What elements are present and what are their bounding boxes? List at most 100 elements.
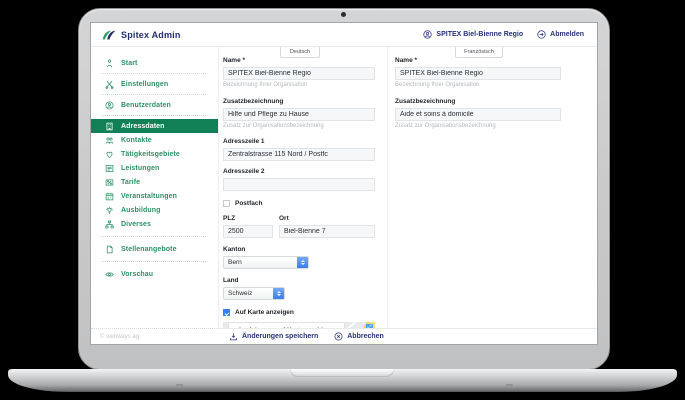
user-circle-icon (423, 30, 433, 39)
tag-icon (105, 178, 114, 187)
pobox-checkbox[interactable] (223, 200, 230, 207)
logout-label: Abmelden (550, 31, 584, 38)
cancel-icon (334, 332, 343, 341)
sidebar-item-taetigkeitsgebiete[interactable]: Tätigkeitsgebiete (91, 147, 218, 161)
name-input-fr[interactable] (395, 67, 561, 80)
share-icon (105, 220, 114, 229)
select-arrows-icon (273, 288, 284, 299)
sidebar-item-adressdaten[interactable]: Adressdaten (91, 119, 218, 133)
sidebar-item-label: Diverses (121, 220, 151, 228)
pobox-checkbox-row[interactable]: Postfach (223, 200, 375, 207)
admin-app-window: Spitex Admin SPITEX Biel-Bienne Regio Ab… (91, 23, 597, 344)
form-column-french: Name * Bezeichnung Ihrer Organisation Zu… (395, 47, 561, 129)
save-button[interactable]: Änderungen speichern (229, 332, 318, 341)
calendar-icon (105, 192, 114, 201)
sidebar-item-benutzerdaten[interactable]: Benutzerdaten (91, 98, 218, 112)
app-title: Spitex Admin (121, 29, 181, 40)
subtitle-help-fr: Zusatz zur Organisationsbezeichnung (395, 123, 496, 129)
sidebar-item-label: Stellenangebote (121, 245, 177, 253)
sidebar-item-stellenangebote[interactable]: Stellenangebote (91, 242, 218, 256)
name-input-de[interactable] (223, 67, 375, 80)
column-divider (387, 47, 388, 328)
sidebar-item-leistungen[interactable]: Leistungen (91, 161, 218, 175)
logout-button[interactable]: Abmelden (537, 30, 584, 39)
cancel-label: Abbrechen (347, 333, 384, 340)
sidebar-item-label: Veranstaltungen (121, 192, 177, 200)
sidebar-item-label: Ausbildung (121, 206, 161, 214)
webcam-dot (341, 12, 346, 17)
subtitle-label: Zusatzbezeichnung (223, 98, 284, 105)
sidebar-divider (101, 261, 206, 262)
sidebar-item-veranstaltungen[interactable]: Veranstaltungen (91, 189, 218, 203)
name-label: Name * (223, 57, 246, 64)
laptop-base (8, 369, 677, 392)
canton-label: Kanton (223, 246, 246, 253)
account-label: SPITEX Biel-Bienne Regio (436, 31, 524, 38)
bulb-icon (105, 206, 114, 215)
form-column-german: Name * Bezeichnung Ihrer Organisation Zu… (223, 47, 375, 328)
address1-label: Adresszeile 1 (223, 138, 265, 145)
sidebar-item-label: Adressdaten (121, 122, 165, 130)
heart-icon (105, 150, 114, 159)
copyright-footer: © webways ag (91, 328, 219, 344)
country-value: Schweiz (228, 290, 253, 297)
sidebar-divider (101, 73, 206, 74)
name-help: Bezeichnung Ihrer Organisation (223, 82, 308, 88)
sidebar-item-label: Kontakte (121, 136, 152, 144)
sidebar-item-label: Tätigkeitsgebiete (121, 150, 180, 158)
subtitle-help: Zusatz zur Organisationsbezeichnung (223, 123, 324, 129)
zip-input[interactable] (223, 225, 273, 238)
show-map-label: Auf Karte anzeigen (235, 309, 294, 316)
save-label: Änderungen speichern (242, 333, 319, 340)
address2-label: Adresszeile 2 (223, 168, 265, 175)
contacts-icon (105, 136, 114, 145)
address1-input[interactable] (223, 148, 375, 161)
subtitle-input-fr[interactable] (395, 108, 561, 121)
laptop-mockup: Spitex Admin SPITEX Biel-Bienne Regio Ab… (0, 0, 685, 400)
laptop-notch (290, 369, 394, 377)
cancel-button[interactable]: Abbrechen (334, 332, 384, 341)
address2-input[interactable] (223, 178, 375, 191)
settings-icon (105, 80, 114, 89)
country-label: Land (223, 277, 239, 284)
sidebar-item-label: Benutzerdaten (121, 101, 171, 109)
sidebar-item-diverses[interactable]: Diverses (91, 217, 218, 231)
base-dimple (506, 384, 513, 386)
app-header: Spitex Admin SPITEX Biel-Bienne Regio Ab… (91, 23, 597, 47)
show-map-checkbox[interactable] (223, 309, 230, 316)
canton-value: Bern (228, 259, 242, 266)
sidebar-item-start[interactable]: Start (91, 56, 218, 70)
building-icon (105, 122, 114, 131)
eye-icon (105, 270, 114, 279)
logo-leaves-icon (102, 30, 116, 39)
name-help-fr: Bezeichnung Ihrer Organisation (395, 82, 480, 88)
base-dimple (176, 384, 183, 386)
start-icon (105, 59, 114, 68)
pobox-label: Postfach (235, 200, 263, 207)
account-menu[interactable]: SPITEX Biel-Bienne Regio (423, 30, 523, 39)
sidebar-divider (101, 236, 206, 237)
document-icon (105, 245, 114, 254)
sidebar-item-kontakte[interactable]: Kontakte (91, 133, 218, 147)
sidebar-nav: Start Einstellungen Benutzerdaten Adress… (91, 47, 219, 344)
sidebar-divider (101, 94, 206, 95)
sidebar-item-label: Einstellungen (121, 80, 169, 88)
sidebar-item-tarife[interactable]: Tarife (91, 175, 218, 189)
city-label: Ort (279, 215, 289, 222)
select-arrows-icon (297, 257, 308, 268)
sidebar-item-label: Tarife (121, 178, 141, 186)
sidebar-item-einstellungen[interactable]: Einstellungen (91, 77, 218, 91)
sidebar-item-ausbildung[interactable]: Ausbildung (91, 203, 218, 217)
sidebar-item-label: Leistungen (121, 164, 160, 172)
sidebar-item-label: Vorschau (121, 270, 154, 278)
action-bar: Änderungen speichern Abbrechen (219, 328, 597, 344)
country-select[interactable]: Schweiz (223, 287, 285, 300)
sidebar-divider (101, 115, 206, 116)
save-icon (230, 333, 237, 341)
canton-select[interactable]: Bern (223, 256, 309, 269)
city-input[interactable] (279, 225, 375, 238)
subtitle-input-de[interactable] (223, 108, 375, 121)
show-map-checkbox-row[interactable]: Auf Karte anzeigen (223, 309, 375, 316)
user-icon (105, 101, 114, 110)
sidebar-item-vorschau[interactable]: Vorschau (91, 267, 218, 281)
